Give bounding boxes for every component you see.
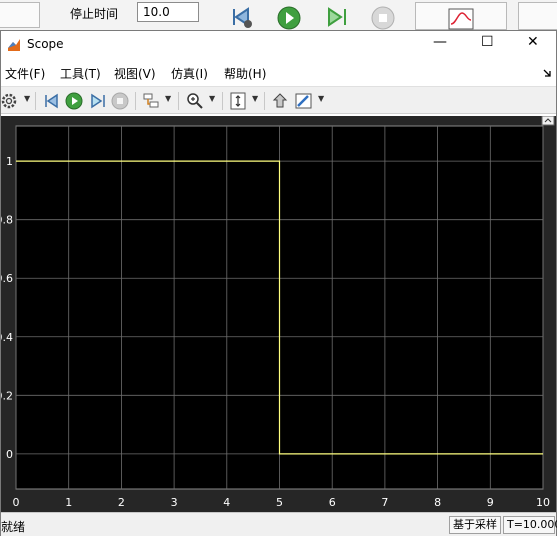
y-tick-label: 0.8 — [1, 214, 13, 227]
x-tick-label: 3 — [171, 496, 178, 509]
scope-toolbar: ▼ ▼ ▼ ▼ ▼ — [1, 86, 556, 114]
x-tick-label: 7 — [381, 496, 388, 509]
sample-mode-indicator: 基于采样 — [449, 516, 501, 534]
stop-time-label: 停止时间 — [70, 7, 119, 21]
y-tick-label: 0.4 — [1, 331, 13, 344]
signal-select-icon[interactable] — [142, 92, 160, 110]
step-back-icon[interactable] — [42, 92, 60, 110]
separator — [178, 92, 179, 110]
menu-file[interactable]: 文件(F) — [5, 65, 45, 82]
signal-dropdown-icon[interactable]: ▼ — [165, 94, 171, 103]
maximize-button[interactable]: ☐ — [481, 34, 494, 50]
x-tick-label: 9 — [487, 496, 494, 509]
gear-icon[interactable] — [1, 92, 19, 110]
y-tick-label: 0.2 — [1, 389, 13, 402]
scope-window: Scope — ☐ ✕ 文件(F) 工具(T) 视图(V) 仿真(I) 帮助(H… — [0, 30, 557, 536]
time-indicator: T=10.000 — [503, 516, 557, 534]
step-forward-icon[interactable] — [89, 92, 107, 110]
x-tick-label: 1 — [65, 496, 72, 509]
scope-plot[interactable]: 0 1 2 3 4 5 6 7 8 9 10 0 0.2 0.4 0.6 0.8 1 — [0, 115, 556, 512]
y-tick-label: 1 — [6, 155, 13, 168]
separator — [264, 92, 265, 110]
menu-help[interactable]: 帮助(H) — [224, 65, 266, 82]
stop-time-input[interactable]: 10.0 — [137, 2, 199, 22]
x-tick-label: 8 — [434, 496, 441, 509]
autoscale-dropdown-icon[interactable]: ▼ — [252, 94, 258, 103]
zoom-dropdown-icon[interactable]: ▼ — [209, 94, 215, 103]
restore-view-icon[interactable] — [541, 115, 555, 126]
menu-view[interactable]: 视图(V) — [114, 65, 156, 82]
x-tick-label: 5 — [276, 496, 283, 509]
toolbar-panel-right — [518, 2, 557, 30]
menu-bar: 文件(F) 工具(T) 视图(V) 仿真(I) 帮助(H) — [1, 61, 556, 83]
menu-tools[interactable]: 工具(T) — [60, 65, 101, 82]
print-icon[interactable] — [271, 92, 289, 110]
x-tick-label: 4 — [223, 496, 230, 509]
x-tick-label: 0 — [13, 496, 20, 509]
close-button[interactable]: ✕ — [527, 34, 539, 50]
status-bar: 就绪 基于采样 T=10.000 — [1, 512, 557, 536]
matlab-logo-icon — [8, 39, 20, 51]
x-tick-label: 10 — [536, 496, 550, 509]
zoom-icon[interactable] — [186, 92, 204, 110]
plot-area[interactable]: 0 1 2 3 4 5 6 7 8 9 10 0 0.2 0.4 0.6 0.8 1 — [0, 115, 556, 512]
toolbar-panel — [0, 2, 40, 28]
menu-simulation[interactable]: 仿真(I) — [171, 65, 208, 82]
scope-block-icon[interactable] — [448, 8, 474, 30]
separator — [35, 92, 36, 110]
separator — [135, 92, 136, 110]
stop-icon[interactable] — [111, 92, 129, 110]
y-tick-label: 0.6 — [1, 272, 13, 285]
model-toolbar: 停止时间 10.0 — [0, 0, 557, 31]
gear-dropdown-icon[interactable]: ▼ — [24, 94, 30, 103]
measure-dropdown-icon[interactable]: ▼ — [318, 94, 324, 103]
separator — [222, 92, 223, 110]
minimize-button[interactable]: — — [433, 34, 447, 50]
dock-arrow-icon[interactable] — [543, 69, 552, 78]
title-bar[interactable]: Scope — ☐ ✕ — [1, 31, 556, 59]
y-tick-label: 0 — [6, 448, 13, 461]
x-tick-label: 6 — [329, 496, 336, 509]
run-icon[interactable] — [65, 92, 83, 110]
run-icon[interactable] — [276, 6, 302, 30]
step-forward-icon[interactable] — [325, 6, 351, 30]
x-tick-label: 2 — [118, 496, 125, 509]
step-back-icon[interactable] — [228, 6, 256, 30]
cursor-measure-icon[interactable] — [295, 92, 313, 110]
stop-icon[interactable] — [370, 6, 396, 30]
status-text: 就绪 — [1, 520, 26, 534]
autoscale-icon[interactable] — [229, 92, 247, 110]
window-title: Scope — [27, 37, 64, 51]
